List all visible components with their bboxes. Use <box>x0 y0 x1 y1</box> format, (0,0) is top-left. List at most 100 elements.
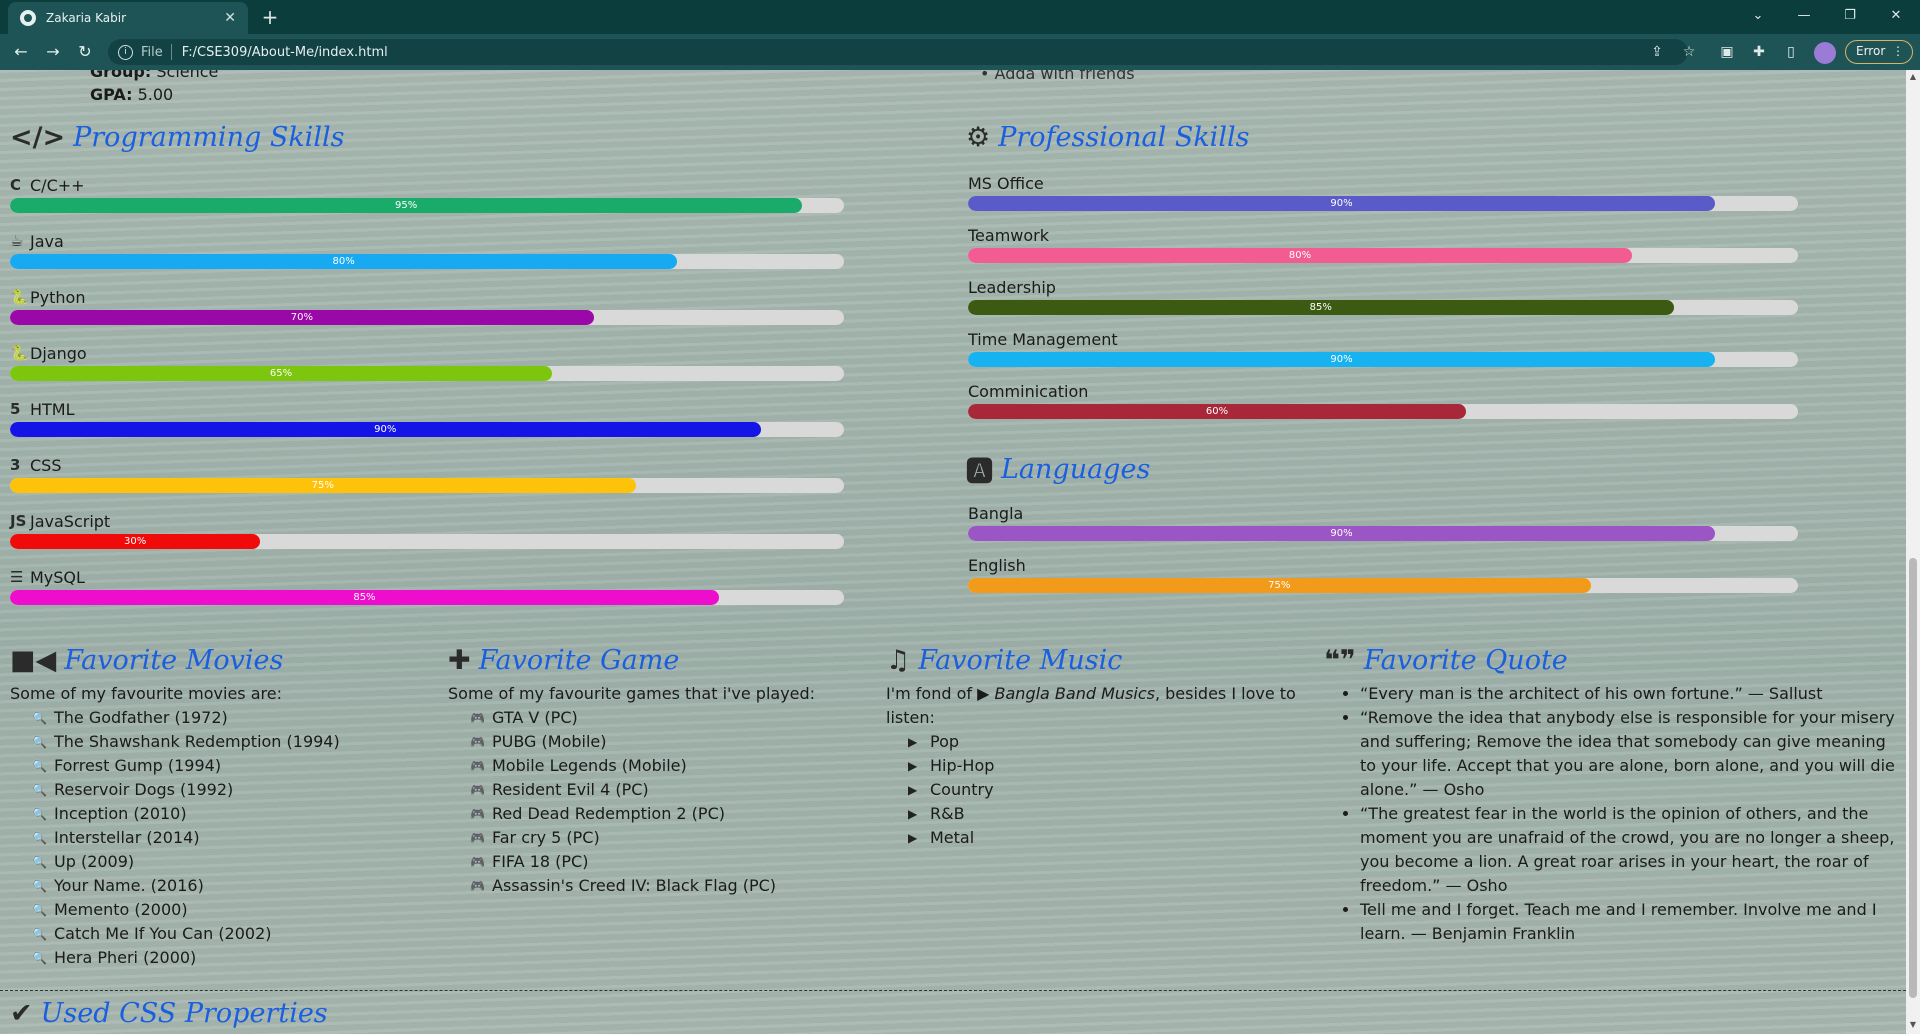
close-window-icon[interactable]: ✕ <box>1876 4 1916 28</box>
film-search-icon: 🔍 <box>32 759 47 773</box>
education-gpa: GPA: 5.00 <box>90 85 173 104</box>
progress-fill: 60% <box>968 404 1466 419</box>
info-icon[interactable]: i <box>118 44 133 60</box>
music-intro: I'm fond of ▶ Bangla Band Musics, beside… <box>886 684 1296 727</box>
skill-label: Comminication <box>968 380 1798 402</box>
progress-bar: 75% <box>968 578 1798 593</box>
reload-icon[interactable]: ↻ <box>74 41 96 63</box>
gamepad-icon: 🎮 <box>470 735 485 749</box>
film-search-icon: 🔍 <box>32 831 47 845</box>
quote-item: Tell me and I forget. Teach me and I rem… <box>1360 898 1898 946</box>
puzzle-icon: ✚ <box>448 645 471 676</box>
movie-item: 🔍 Hera Pheri (2000) <box>32 946 430 970</box>
music-item-text: Country <box>930 780 994 799</box>
professional-skills-heading: ⚙ Professional Skills <box>966 122 1250 153</box>
music-item-text: Pop <box>930 732 960 751</box>
quote-item: “Every man is the architect of his own f… <box>1360 682 1898 706</box>
game-item: 🎮 Mobile Legends (Mobile) <box>470 754 868 778</box>
profile-avatar[interactable] <box>1814 42 1836 64</box>
browser-tab[interactable]: Zakaria Kabir ✕ <box>8 2 248 34</box>
progress-fill: 70% <box>10 310 594 325</box>
minimize-icon[interactable]: — <box>1784 4 1824 28</box>
group-value: Science <box>156 70 219 81</box>
extensions-icon[interactable]: ✚ <box>1750 43 1768 61</box>
music-item-text: R&B <box>930 804 965 823</box>
new-tab-button[interactable]: + <box>258 5 282 29</box>
favorite-game-heading: ✚ Favorite Game <box>448 645 680 676</box>
skill-label: English <box>968 554 1798 576</box>
film-search-icon: 🔍 <box>32 711 47 725</box>
progress-fill: 95% <box>10 198 803 213</box>
skill-name: MS Office <box>968 173 1044 193</box>
gamepad-icon: 🎮 <box>470 807 485 821</box>
music-item-text: Metal <box>930 828 975 847</box>
gpa-label: GPA: <box>90 85 133 104</box>
scrollbar-thumb[interactable] <box>1909 558 1917 998</box>
quote-item-text: Tell me and I forget. Teach me and I rem… <box>1360 900 1877 943</box>
music-list: ▶ Pop ▶ Hip-Hop ▶ Country ▶ R&B ▶ Metal <box>908 730 1306 850</box>
movie-item: 🔍 Reservoir Dogs (1992) <box>32 778 430 802</box>
music-column: I'm fond of ▶ Bangla Band Musics, beside… <box>886 682 1306 850</box>
game-item: 🎮 Assassin's Creed IV: Black Flag (PC) <box>470 874 868 898</box>
movie-item-text: The Godfather (1972) <box>54 708 228 727</box>
back-icon[interactable]: ← <box>10 41 32 63</box>
address-bar[interactable]: i File F:/CSE309/About-Me/index.html <box>108 39 1688 65</box>
skill-label: JS JavaScript <box>10 510 844 532</box>
skill-label: ☰ MySQL <box>10 566 844 588</box>
film-search-icon: 🔍 <box>32 783 47 797</box>
bookmark-star-icon[interactable]: ☆ <box>1680 43 1698 61</box>
music-item-text: Hip-Hop <box>930 756 995 775</box>
skill-name: Java <box>30 231 64 251</box>
close-tab-icon[interactable]: ✕ <box>224 10 236 26</box>
video-camera-icon: ■◀ <box>10 645 57 676</box>
skill-time-management: Time Management 90% <box>968 328 1798 367</box>
progress-bar: 85% <box>968 300 1798 315</box>
play-icon: ▶ <box>908 759 918 773</box>
game-item-text: Assassin's Creed IV: Black Flag (PC) <box>492 876 777 895</box>
progress-fill: 90% <box>968 526 1715 541</box>
skill-label: Bangla <box>968 502 1798 524</box>
progress-fill: 90% <box>968 352 1715 367</box>
skill-label: Leadership <box>968 276 1798 298</box>
skill-c-c-: C C/C++ 95% <box>10 174 844 213</box>
vertical-scrollbar[interactable]: ▲ ▼ <box>1906 70 1920 1034</box>
error-button[interactable]: Error ⋮ <box>1845 40 1913 64</box>
restore-icon[interactable]: ❐ <box>1830 4 1870 28</box>
programming-skills-heading: </> Programming Skills <box>10 122 345 153</box>
game-item-text: Mobile Legends (Mobile) <box>492 756 687 775</box>
film-search-icon: 🔍 <box>32 903 47 917</box>
screenshot-icon[interactable]: ▣ <box>1718 43 1736 61</box>
movie-item: 🔍 The Shawshank Redemption (1994) <box>32 730 430 754</box>
skill-comminication: Comminication 60% <box>968 380 1798 419</box>
skill-name: JavaScript <box>30 511 111 531</box>
skill-bangla: Bangla 90% <box>968 502 1798 541</box>
favorite-music-heading: ♫ Favorite Music <box>886 645 1123 676</box>
gamepad-icon: 🎮 <box>470 783 485 797</box>
forward-icon[interactable]: → <box>42 41 64 63</box>
music-item: ▶ Metal <box>908 826 1306 850</box>
scroll-down-icon[interactable]: ▼ <box>1909 1020 1917 1029</box>
movie-item-text: Your Name. (2016) <box>54 876 204 895</box>
film-search-icon: 🔍 <box>32 855 47 869</box>
progress-fill: 75% <box>968 578 1591 593</box>
film-search-icon: 🔍 <box>32 927 47 941</box>
game-item-text: Far cry 5 (PC) <box>492 828 600 847</box>
share-icon[interactable]: ⇪ <box>1648 43 1666 61</box>
scroll-up-icon[interactable]: ▲ <box>1909 72 1917 81</box>
skill-name: Comminication <box>968 381 1089 401</box>
movie-item: 🔍 Forrest Gump (1994) <box>32 754 430 778</box>
url-scheme: File <box>141 44 163 60</box>
music-item: ▶ Hip-Hop <box>908 754 1306 778</box>
javascript-icon: JS <box>10 512 27 530</box>
progress-fill: 90% <box>10 422 761 437</box>
gamepad-icon: 🎮 <box>470 711 485 725</box>
movie-item-text: Forrest Gump (1994) <box>54 756 222 775</box>
skill-leadership: Leadership 85% <box>968 276 1798 315</box>
tab-search-icon[interactable]: ⌄ <box>1738 4 1778 28</box>
menu-dots-icon[interactable]: ⋮ <box>1892 41 1904 62</box>
quote-icon: ❝❞ <box>1324 645 1356 676</box>
movies-column: Some of my favourite movies are: 🔍 The Go… <box>10 682 430 970</box>
side-panel-icon[interactable]: ▯ <box>1782 43 1800 61</box>
skill-name: CSS <box>30 455 62 475</box>
skill-name: Time Management <box>968 329 1118 349</box>
